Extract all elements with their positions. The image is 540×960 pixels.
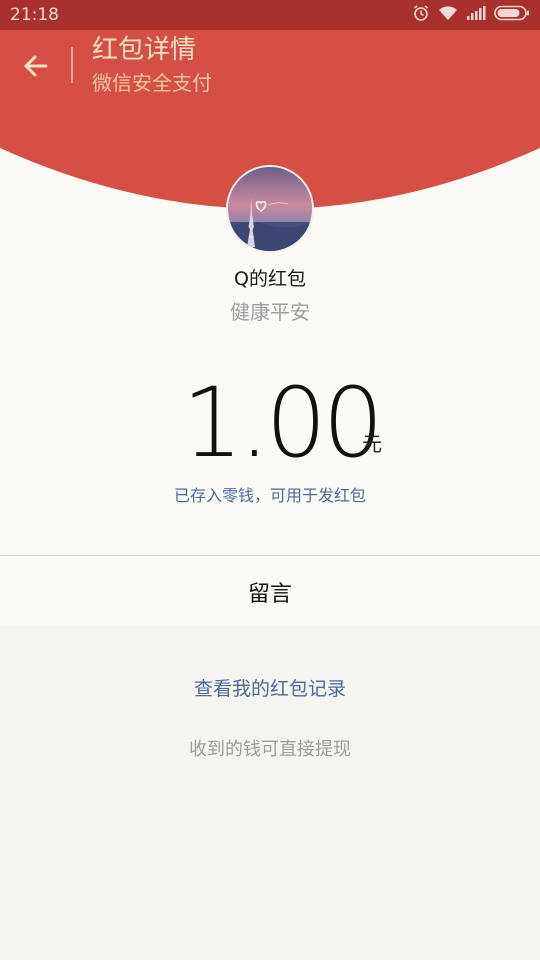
balance-note-link[interactable]: 已存入零钱，可用于发红包 — [0, 482, 540, 506]
withdraw-tip: 收到的钱可直接提现 — [189, 739, 351, 760]
alarm-icon — [412, 4, 430, 26]
back-button[interactable] — [16, 44, 56, 88]
sender-name: Q的红包 — [234, 268, 306, 290]
title-divider — [71, 47, 73, 83]
amount-unit: 元 — [362, 432, 382, 456]
status-bar: 21:18 — [0, 0, 540, 30]
page-title: 红包详情 — [92, 35, 197, 65]
signal-icon — [466, 5, 486, 25]
status-time: 21:18 — [10, 5, 59, 25]
divider — [0, 555, 540, 556]
arrow-left-icon — [24, 55, 48, 77]
message-button[interactable]: 留言 — [0, 576, 540, 608]
battery-icon — [494, 5, 530, 25]
view-records-link[interactable]: 查看我的红包记录 — [0, 674, 540, 701]
status-icons — [412, 4, 530, 26]
amount-value: 1.00 — [182, 367, 384, 479]
wifi-icon — [438, 5, 458, 25]
packet-wish: 健康平安 — [230, 300, 310, 324]
sender-avatar[interactable] — [226, 165, 314, 253]
page-subtitle: 微信安全支付 — [92, 71, 212, 95]
amount-display: 1.00 元 — [0, 368, 540, 478]
